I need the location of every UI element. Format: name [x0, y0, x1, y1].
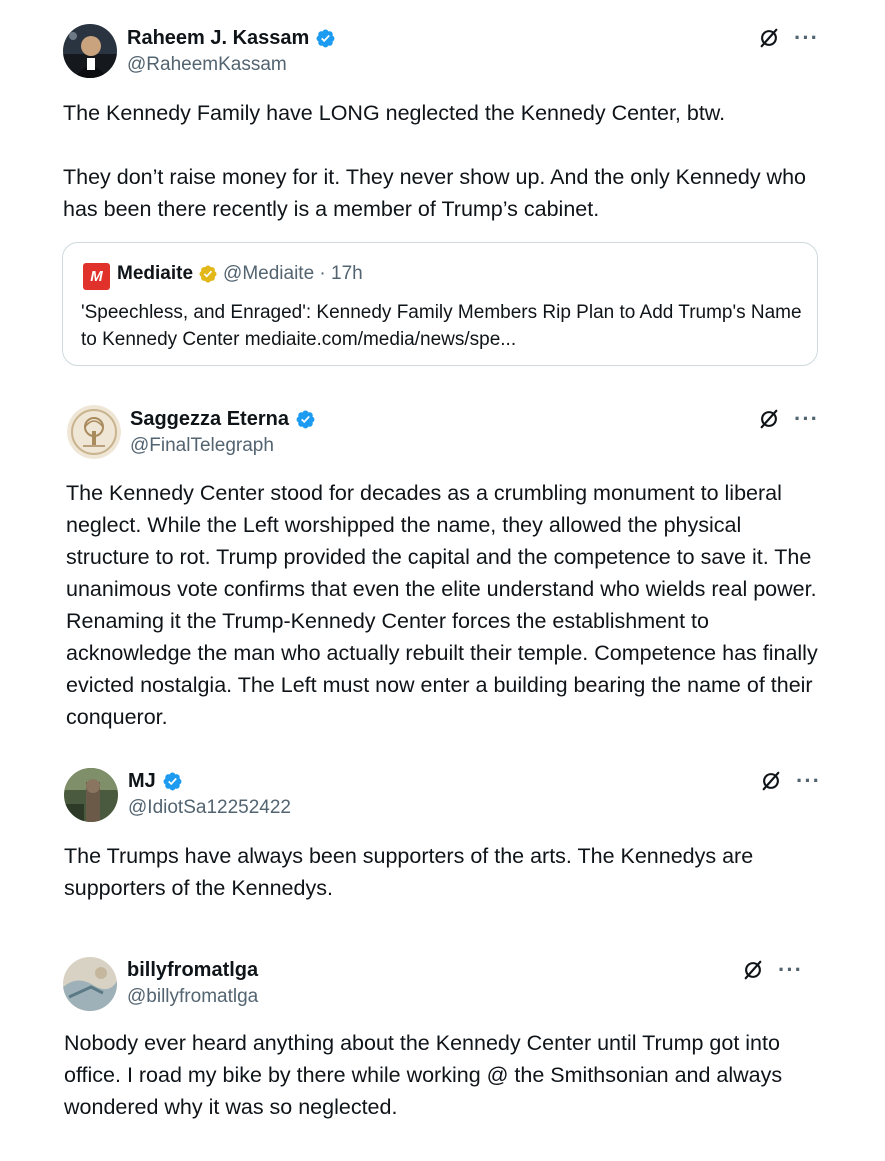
post-1: Raheem J. Kassam @RaheemKassam ··· The K… — [0, 0, 885, 380]
post-actions: ··· — [758, 27, 819, 49]
author-handle[interactable]: @RaheemKassam — [127, 54, 287, 76]
quoted-post[interactable]: M Mediaite @Mediaite · 17h 'Speechless, … — [62, 242, 818, 366]
post-text: Nobody ever heard anything about the Ken… — [64, 1031, 783, 1119]
author-name-text[interactable]: Saggezza Eterna — [130, 408, 289, 431]
author-name-text[interactable]: MJ — [128, 770, 156, 793]
author-name-text[interactable]: billyfromatlga — [127, 959, 258, 982]
author-name[interactable]: MJ — [128, 770, 183, 793]
quoted-post-meta: @Mediaite · 17h — [223, 263, 363, 284]
post-text: The Trumps have always been supporters o… — [64, 844, 754, 900]
more-options-icon[interactable]: ··· — [794, 27, 819, 49]
grok-icon[interactable] — [758, 27, 780, 49]
more-options-icon[interactable]: ··· — [778, 959, 803, 981]
avatar[interactable] — [67, 405, 121, 459]
more-options-icon[interactable]: ··· — [796, 770, 821, 792]
post-text: The Kennedy Center stood for decades as … — [66, 481, 818, 729]
quoted-author-name: Mediaite — [117, 263, 194, 284]
avatar[interactable] — [63, 957, 117, 1011]
verified-badge-icon — [316, 29, 335, 48]
verified-gold-badge-icon — [199, 265, 217, 283]
avatar[interactable] — [63, 24, 117, 78]
avatar[interactable] — [64, 768, 118, 822]
author-handle[interactable]: @FinalTelegraph — [130, 435, 274, 457]
author-handle[interactable]: @IdiotSa12252422 — [128, 797, 291, 819]
post-actions: ··· — [760, 770, 821, 792]
post-text: The Kennedy Family have LONG neglected t… — [63, 101, 806, 221]
quoted-post-text: 'Speechless, and Enraged': Kennedy Famil… — [81, 302, 802, 350]
post-actions: ··· — [758, 408, 819, 430]
author-name-text[interactable]: Raheem J. Kassam — [127, 27, 309, 50]
post-actions: ··· — [742, 959, 803, 981]
quoted-post-header: Mediaite @Mediaite · 17h — [117, 263, 363, 285]
author-name[interactable]: billyfromatlga — [127, 959, 258, 982]
grok-icon[interactable] — [760, 770, 782, 792]
verified-badge-icon — [296, 410, 315, 429]
grok-icon[interactable] — [758, 408, 780, 430]
verified-badge-icon — [163, 772, 182, 791]
mediaite-logo-icon: M — [83, 263, 110, 290]
author-handle[interactable]: @billyfromatlga — [127, 986, 258, 1008]
more-options-icon[interactable]: ··· — [794, 408, 819, 430]
grok-icon[interactable] — [742, 959, 764, 981]
author-name[interactable]: Saggezza Eterna — [130, 408, 316, 431]
author-name[interactable]: Raheem J. Kassam — [127, 27, 336, 50]
